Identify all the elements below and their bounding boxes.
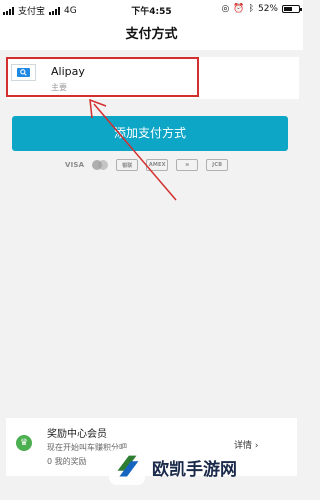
rewards-title: 奖励中心会员	[47, 429, 107, 440]
page-title: 支付方式	[125, 27, 178, 42]
status-right: ◎ ⏰ ᛒ 52%	[221, 4, 302, 14]
alarm-icon: ⏰	[233, 4, 245, 14]
payment-method-item[interactable]	[6, 57, 299, 99]
amex-logo-icon: AMEX	[146, 159, 169, 171]
rewards-details-link[interactable]: 详情 ›	[234, 438, 258, 451]
lock-rotation-icon: ◎	[221, 4, 230, 14]
discover-logo-icon: ≡	[176, 159, 199, 171]
status-bar: 支付宝 4G 下午4:55 ◎ ⏰ ᛒ 52%	[0, 0, 303, 20]
add-payment-method-button[interactable]: 添加支付方式	[12, 116, 288, 151]
card-brands-row: VISA 银联 AMEX ≡ JCB	[65, 158, 245, 172]
watermark-logo-icon	[108, 448, 146, 486]
visa-logo-icon: VISA	[65, 161, 85, 169]
bluetooth-icon: ᛒ	[248, 4, 254, 14]
rewards-points: 0 我的奖励	[47, 457, 87, 466]
unionpay-logo-icon: 银联	[116, 159, 139, 171]
crown-icon: ♛	[16, 435, 32, 451]
battery-percent: 52%	[257, 4, 278, 14]
jcb-logo-icon: JCB	[206, 159, 229, 171]
mastercard-logo-icon	[92, 159, 109, 171]
payment-method-subtitle: 主要	[51, 83, 67, 92]
nav-bar: 支付方式	[0, 20, 303, 50]
watermark-text: 欧凯手游网	[152, 460, 237, 480]
alipay-logo-icon	[11, 64, 36, 81]
payment-method-name: Alipay	[51, 65, 85, 78]
battery-icon	[282, 5, 302, 13]
